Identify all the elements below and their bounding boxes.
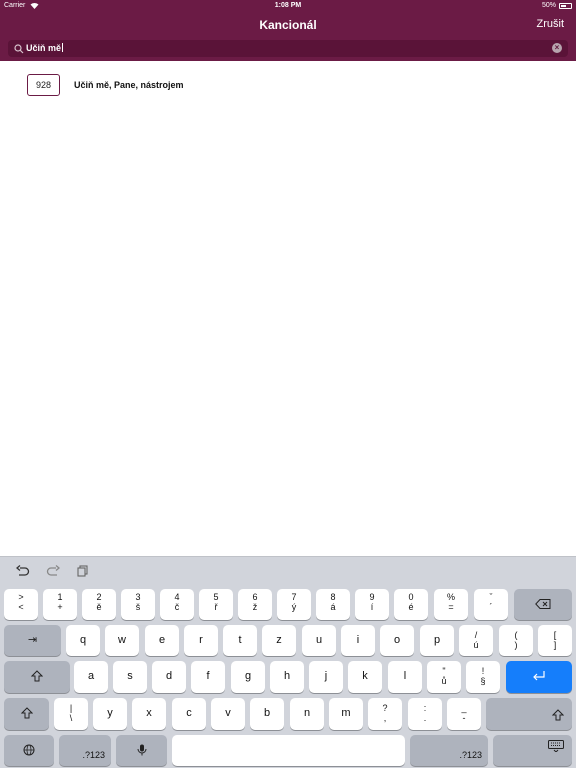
key[interactable]: % =: [434, 589, 468, 620]
key[interactable]: u: [302, 625, 336, 656]
song-title: Učiň mě, Pane, nástrojem: [74, 80, 184, 90]
key[interactable]: o: [380, 625, 414, 656]
key[interactable]: l: [388, 661, 422, 693]
key[interactable]: 6ž: [238, 589, 272, 620]
key[interactable]: 3š: [121, 589, 155, 620]
return-icon: [532, 670, 546, 682]
keyboard-dismiss-button[interactable]: [493, 735, 572, 766]
shift-icon: [551, 700, 565, 730]
app-screen: Carrier 1:08 PM 50% Kancionál Zrušit Uči…: [0, 0, 576, 768]
key[interactable]: 8á: [316, 589, 350, 620]
globe-icon: [23, 744, 35, 756]
dictation-button[interactable]: [116, 735, 167, 766]
key[interactable]: :.: [408, 698, 442, 730]
header: Carrier 1:08 PM 50% Kancionál Zrušit Uči…: [0, 0, 576, 61]
key[interactable]: []: [538, 625, 572, 656]
key[interactable]: > <: [4, 589, 38, 620]
clear-icon[interactable]: ×: [552, 43, 562, 53]
key[interactable]: 5ř: [199, 589, 233, 620]
key[interactable]: ?,: [368, 698, 402, 730]
redo-icon[interactable]: [46, 565, 61, 577]
keyboard-dismiss-icon: [548, 734, 564, 764]
numbers-button-right[interactable]: .?123: [410, 735, 488, 766]
key[interactable]: 9í: [355, 589, 389, 620]
key[interactable]: p: [420, 625, 454, 656]
key[interactable]: n: [290, 698, 324, 730]
key[interactable]: r: [184, 625, 218, 656]
shift-button-left[interactable]: [4, 698, 49, 730]
undo-icon[interactable]: [15, 565, 30, 577]
key[interactable]: _ -: [447, 698, 481, 730]
key[interactable]: y: [93, 698, 127, 730]
key[interactable]: 0é: [394, 589, 428, 620]
tab-icon: ⇥: [27, 634, 38, 646]
key[interactable]: x: [132, 698, 166, 730]
key[interactable]: w: [105, 625, 139, 656]
cancel-button[interactable]: Zrušit: [537, 18, 565, 30]
key[interactable]: f: [191, 661, 225, 693]
key[interactable]: m: [329, 698, 363, 730]
shift-icon: [20, 707, 33, 719]
list-item[interactable]: 928 Učiň mě, Pane, nástrojem: [0, 72, 576, 100]
key[interactable]: d: [152, 661, 186, 693]
key[interactable]: s: [113, 661, 147, 693]
shift-button-right[interactable]: [486, 698, 572, 730]
battery-icon: [559, 3, 572, 9]
search-input[interactable]: Učiň mě ×: [8, 40, 568, 57]
key[interactable]: 4č: [160, 589, 194, 620]
key[interactable]: k: [348, 661, 382, 693]
globe-button[interactable]: [4, 735, 54, 766]
caps-lock-button[interactable]: [4, 661, 70, 693]
key[interactable]: 7ý: [277, 589, 311, 620]
paste-icon[interactable]: [76, 565, 90, 577]
key[interactable]: c: [172, 698, 206, 730]
battery-percent: 50%: [541, 2, 556, 9]
delete-button[interactable]: [514, 589, 572, 620]
key[interactable]: b: [250, 698, 284, 730]
numbers-label: .?123: [459, 750, 482, 760]
key[interactable]: z: [262, 625, 296, 656]
page-title: Kancionál: [259, 18, 317, 32]
search-icon: [14, 42, 24, 54]
numbers-button-left[interactable]: .?123: [59, 735, 111, 766]
key[interactable]: j: [309, 661, 343, 693]
keyboard: > < 1 + 2ě 3š 4č 5ř 6ž 7ý 8á 9í 0é % = ˇ ´ ⇥…: [0, 556, 576, 768]
key[interactable]: | \: [54, 698, 88, 730]
space-bar[interactable]: [172, 735, 405, 766]
key[interactable]: a: [74, 661, 108, 693]
numbers-label: .?123: [82, 750, 105, 760]
delete-icon: [535, 598, 551, 610]
return-button[interactable]: [506, 661, 572, 693]
status-bar: Carrier 1:08 PM 50%: [0, 0, 576, 12]
caps-lock-icon: [30, 670, 44, 682]
key[interactable]: v: [211, 698, 245, 730]
search-value: Učiň mě: [26, 43, 64, 53]
tab-button[interactable]: ⇥: [4, 625, 61, 656]
key[interactable]: q: [66, 625, 100, 656]
key[interactable]: e: [145, 625, 179, 656]
status-time: 1:08 PM: [274, 2, 302, 9]
key[interactable]: i: [341, 625, 375, 656]
key[interactable]: / ú: [459, 625, 493, 656]
key[interactable]: h: [270, 661, 304, 693]
key[interactable]: (): [499, 625, 533, 656]
key[interactable]: ! §: [466, 661, 500, 693]
key[interactable]: " ů: [427, 661, 461, 693]
key[interactable]: ˇ ´: [474, 589, 508, 620]
song-number: 928: [27, 74, 60, 96]
key[interactable]: 1 +: [43, 589, 77, 620]
key[interactable]: g: [231, 661, 265, 693]
key[interactable]: t: [223, 625, 257, 656]
microphone-icon: [137, 744, 147, 756]
key[interactable]: 2ě: [82, 589, 116, 620]
